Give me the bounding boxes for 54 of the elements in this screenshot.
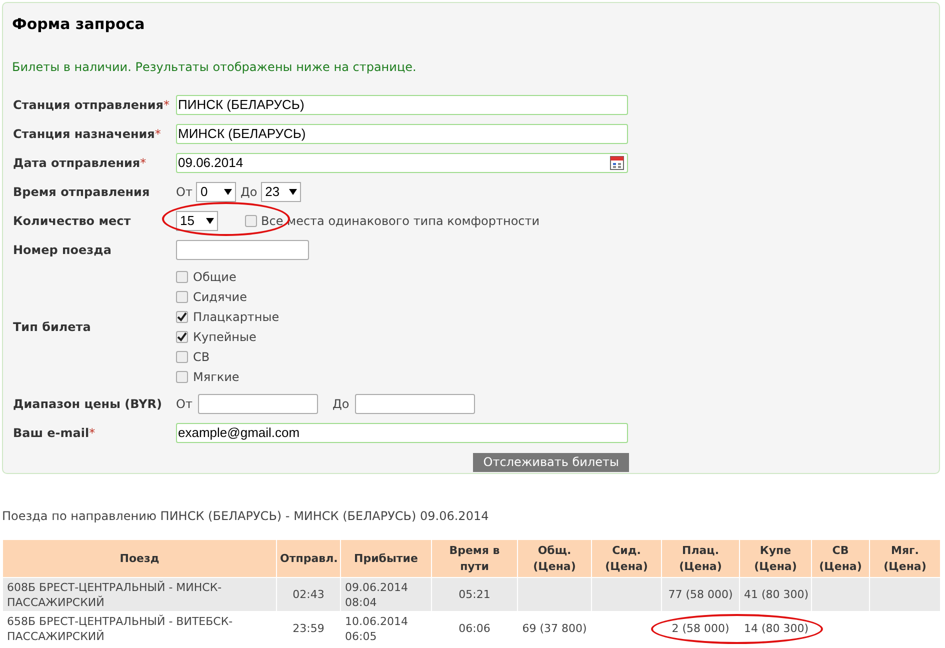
column-header: Сид. (Цена) [592, 540, 662, 578]
form-title: Форма запроса [12, 14, 145, 35]
checkbox-label: Плацкартные [193, 309, 280, 326]
column-header: Купе (Цена) [740, 540, 812, 578]
checkbox[interactable] [245, 215, 257, 227]
track-tickets-button[interactable]: Отслеживать билеты [473, 453, 629, 472]
availability-notice: Билеты в наличии. Результаты отображены ниже на странице. [12, 60, 416, 74]
dropdown[interactable]: 23 [261, 182, 302, 202]
field-label: Ваш e-mail* [13, 426, 96, 440]
field-label: Тип билета [13, 320, 91, 334]
email-field[interactable]: example@gmail.com [176, 423, 628, 443]
price-field[interactable] [198, 394, 318, 414]
checkbox[interactable] [176, 371, 188, 383]
field-label: Станция назначения* [13, 127, 161, 141]
dropdown[interactable]: 15 [176, 211, 218, 231]
dropdown[interactable]: 0 [196, 182, 236, 202]
field-label: Диапазон цены (BYR) [13, 397, 162, 411]
checkbox-label: Купейные [193, 329, 256, 346]
column-header: Плац. (Цена) [662, 540, 740, 578]
price-field[interactable] [355, 394, 476, 414]
checkbox[interactable] [176, 311, 188, 323]
column-header: Прибытие [340, 540, 432, 578]
results-title: Поезда по направлению ПИНСК (БЕЛАРУСЬ) - МИНСК (БЕЛАРУСЬ) 09.06.2014 [2, 509, 489, 523]
checkbox-label: Сидячие [193, 289, 247, 306]
calendar-icon[interactable] [610, 155, 624, 170]
column-header: Мяг. (Цена) [870, 540, 940, 578]
checkbox[interactable] [176, 291, 188, 303]
train-number-field[interactable] [176, 240, 309, 260]
field-label: Станция отправления* [13, 98, 170, 112]
checkbox[interactable] [176, 331, 188, 343]
station-field[interactable]: ПИНСК (БЕЛАРУСЬ) [176, 95, 628, 115]
date-field[interactable]: 09.06.2014 [176, 153, 628, 173]
range-label: От [176, 396, 192, 413]
field-label: Количество мест [13, 214, 131, 228]
column-header: СВ (Цена) [812, 540, 870, 578]
range-label: От [176, 184, 192, 201]
dropdown-arrow-icon [224, 189, 232, 195]
field-label: Дата отправления* [13, 156, 146, 170]
range-label: До [240, 184, 258, 201]
column-header: Общ. (Цена) [518, 540, 592, 578]
field-label: Время отправления [13, 185, 150, 199]
column-header: Отправл. [276, 540, 340, 578]
range-label: До [332, 396, 350, 413]
checkbox[interactable] [176, 271, 188, 283]
field-label: Номер поезда [13, 243, 112, 257]
checkbox-label: Общие [193, 269, 236, 286]
checkbox[interactable] [176, 351, 188, 363]
checkbox-label: СВ [193, 349, 210, 366]
column-header: Время в пути [432, 540, 518, 578]
dropdown-arrow-icon [206, 218, 214, 224]
column-header: Поезд [2, 540, 276, 578]
checkbox-label: Мягкие [193, 369, 240, 386]
station-field[interactable]: МИНСК (БЕЛАРУСЬ) [176, 124, 628, 144]
dropdown-arrow-icon [289, 189, 298, 195]
